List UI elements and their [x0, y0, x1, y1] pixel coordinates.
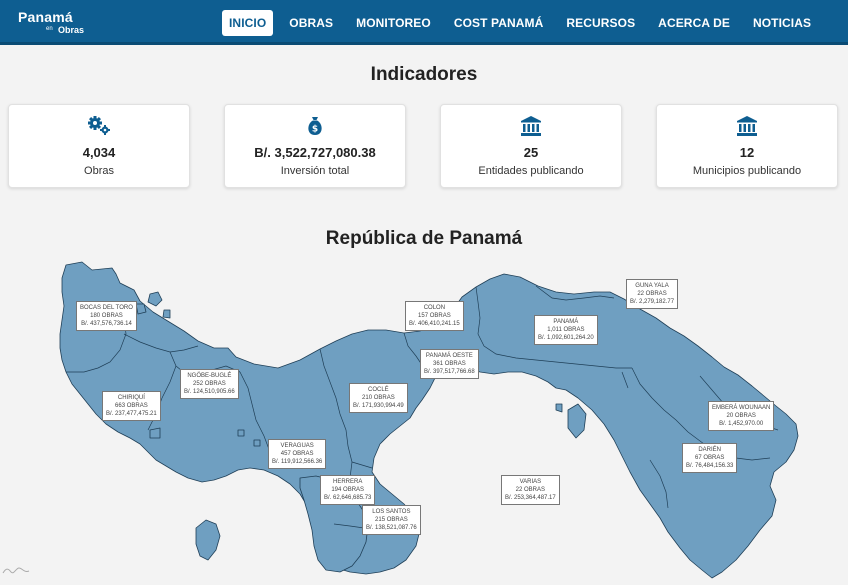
- nav-obras[interactable]: OBRAS: [282, 10, 340, 36]
- region-label-varias[interactable]: VARIAS 22 OBRAS B/. 253,364,487.17: [501, 475, 560, 505]
- nav-monitoreo[interactable]: MONITOREO: [349, 10, 438, 36]
- indicator-value: B/. 3,522,727,080.38: [254, 145, 376, 160]
- region-obras: 361 OBRAS: [433, 361, 466, 367]
- region-name: LOS SANTOS: [372, 509, 411, 515]
- nav-inicio[interactable]: INICIO: [222, 10, 274, 36]
- region-amount: B/. 437,576,736.14: [81, 321, 132, 327]
- region-name: VARIAS: [519, 479, 542, 485]
- region-name: EMBERÁ WOUNAAN: [712, 405, 771, 411]
- region-obras: 20 OBRAS: [726, 413, 756, 419]
- region-amount: B/. 124,510,905.66: [184, 389, 235, 395]
- island-small-1: [237, 429, 245, 437]
- nav-recursos[interactable]: RECURSOS: [559, 10, 642, 36]
- region-name: DARIÉN: [698, 447, 722, 453]
- region-label-cocle[interactable]: COCLÉ 210 OBRAS B/. 171,930,994.49: [349, 383, 408, 413]
- region-obras: 210 OBRAS: [362, 395, 395, 401]
- corner-wave-icon: [2, 562, 30, 576]
- region-amount: B/. 1,092,601,264.20: [538, 335, 594, 341]
- region-name: PANAMÁ OESTE: [425, 353, 473, 359]
- svg-text:$: $: [312, 125, 318, 135]
- money-bag-icon: $: [225, 115, 405, 137]
- region-label-colon[interactable]: COLON 157 OBRAS B/. 406,410,241.15: [405, 301, 464, 331]
- island-small-2: [253, 439, 261, 447]
- region-obras: 663 OBRAS: [115, 403, 148, 409]
- region-name: HERRERA: [333, 479, 363, 485]
- panama-map: BOCAS DEL TORO 180 OBRAS B/. 437,576,736…: [0, 255, 848, 585]
- region-amount: B/. 397,517,766.68: [424, 369, 475, 375]
- island-bocas-1: [147, 291, 163, 307]
- indicator-card-inversion: $ B/. 3,522,727,080.38 Inversión total: [224, 104, 406, 188]
- nav-acerca-de[interactable]: ACERCA DE: [651, 10, 737, 36]
- region-label-los-santos[interactable]: LOS SANTOS 215 OBRAS B/. 138,521,087.76: [362, 505, 421, 535]
- indicator-value: 25: [523, 145, 539, 160]
- indicator-card-entidades: 25 Entidades publicando: [440, 104, 622, 188]
- institution-icon: [441, 115, 621, 137]
- region-name: PANAMÁ: [553, 319, 579, 325]
- region-obras: 22 OBRAS: [637, 291, 667, 297]
- region-label-embera-wounaan[interactable]: EMBERÁ WOUNAAN 20 OBRAS B/. 1,452,970.00: [708, 401, 775, 431]
- region-label-chiriqui[interactable]: CHIRIQUÍ 663 OBRAS B/. 237,477,475.21: [102, 391, 161, 421]
- region-obras: 194 OBRAS: [331, 487, 365, 493]
- main-nav: INICIO OBRAS MONITOREO COST PANAMÁ RECUR…: [222, 10, 827, 36]
- region-name: VERAGUAS: [280, 443, 314, 449]
- island-chiriqui-1: [149, 427, 161, 439]
- region-label-bocas-del-toro[interactable]: BOCAS DEL TORO 180 OBRAS B/. 437,576,736…: [76, 301, 137, 331]
- logo-text-2: en: [46, 26, 53, 32]
- region-obras: 180 OBRAS: [90, 313, 123, 319]
- region-name: NGÖBE-BUGLÉ: [187, 373, 232, 379]
- region-name: GUNA YALA: [635, 283, 669, 289]
- nav-cost-panama[interactable]: COST PANAMÁ: [447, 10, 551, 36]
- region-amount: B/. 119,912,566.36: [272, 459, 323, 465]
- nav-noticias[interactable]: NOTICIAS: [746, 10, 818, 36]
- indicator-label: Inversión total: [280, 165, 350, 177]
- region-name: COLON: [423, 305, 446, 311]
- island-coiba: [195, 519, 221, 561]
- indicators-title: Indicadores: [370, 64, 478, 85]
- indicator-card-municipios: 12 Municipios publicando: [656, 104, 838, 188]
- region-name: BOCAS DEL TORO: [80, 305, 133, 311]
- region-label-guna-yala[interactable]: GUNA YALA 22 OBRAS B/. 2,279,182.77: [626, 279, 679, 309]
- region-name: CHIRIQUÍ: [117, 395, 145, 401]
- logo-text-1: Panamá: [18, 9, 73, 25]
- region-name: COCLÉ: [368, 387, 389, 393]
- region-obras: 252 OBRAS: [193, 381, 226, 387]
- region-label-ngobe-bugle[interactable]: NGÖBE-BUGLÉ 252 OBRAS B/. 124,510,905.66: [180, 369, 239, 399]
- region-label-panama-oeste[interactable]: PANAMÁ OESTE 361 OBRAS B/. 397,517,766.6…: [420, 349, 479, 379]
- region-amount: B/. 253,364,487.17: [505, 495, 556, 501]
- region-obras: 22 OBRAS: [515, 487, 546, 493]
- region-amount: B/. 171,930,994.49: [353, 403, 404, 409]
- region-label-panama[interactable]: PANAMÁ 1,011 OBRAS B/. 1,092,601,264.20: [534, 315, 598, 345]
- island-bocas-2: [135, 303, 147, 315]
- indicator-label: Obras: [84, 165, 114, 177]
- logo-text-3: Obras: [58, 25, 85, 35]
- site-logo[interactable]: Panamá en Obras: [16, 8, 86, 38]
- region-obras: 67 OBRAS: [695, 455, 725, 461]
- institution-icon: [657, 115, 837, 137]
- island-rey: [567, 403, 587, 439]
- indicator-card-obras: 4,034 Obras: [8, 104, 190, 188]
- top-navbar: Panamá en Obras INICIO OBRAS MONITOREO C…: [0, 0, 848, 45]
- region-amount: B/. 2,279,182.77: [630, 299, 675, 305]
- region-obras: 457 OBRAS: [280, 451, 314, 457]
- region-label-veraguas[interactable]: VERAGUAS 457 OBRAS B/. 119,912,566.36: [268, 439, 327, 469]
- gears-icon: [9, 115, 189, 137]
- region-amount: B/. 62,646,685.73: [324, 495, 372, 501]
- region-label-darien[interactable]: DARIÉN 67 OBRAS B/. 76,484,156.33: [682, 443, 738, 473]
- indicator-label: Municipios publicando: [692, 165, 802, 177]
- map-title: República de Panamá: [325, 228, 523, 249]
- island-bocas-3: [162, 309, 171, 319]
- region-amount: B/. 76,484,156.33: [686, 463, 734, 469]
- island-pearl-2: [555, 403, 563, 413]
- region-label-herrera[interactable]: HERRERA 194 OBRAS B/. 62,646,685.73: [320, 475, 376, 505]
- region-obras: 1,011 OBRAS: [547, 327, 585, 333]
- indicator-value: 12: [739, 145, 755, 160]
- region-amount: B/. 1,452,970.00: [719, 421, 764, 427]
- indicator-value: 4,034: [82, 145, 116, 160]
- region-obras: 215 OBRAS: [375, 517, 408, 523]
- region-amount: B/. 237,477,475.21: [106, 411, 157, 417]
- region-obras: 157 OBRAS: [418, 313, 451, 319]
- region-amount: B/. 406,410,241.15: [409, 321, 460, 327]
- region-amount: B/. 138,521,087.76: [366, 525, 417, 531]
- indicator-label: Entidades publicando: [478, 165, 584, 177]
